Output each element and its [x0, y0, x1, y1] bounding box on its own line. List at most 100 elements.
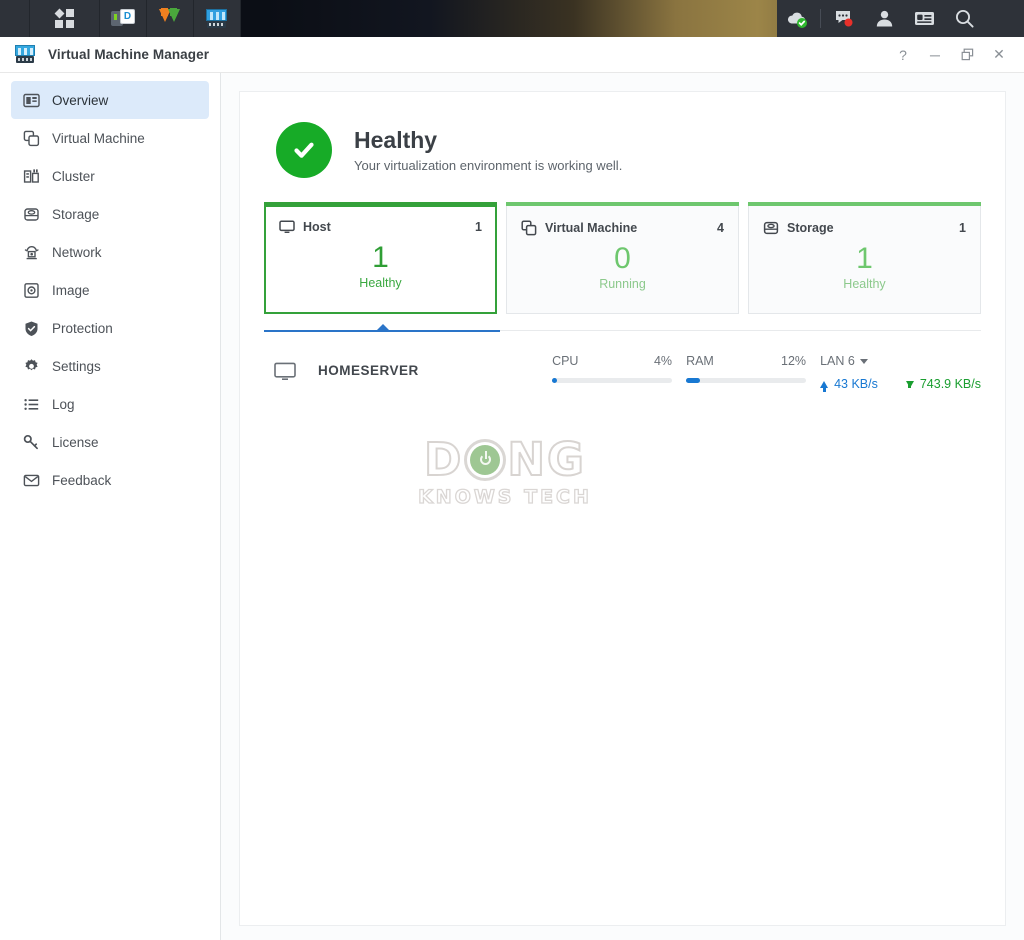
watermark-line1: D NG	[410, 433, 600, 486]
sidebar-item-label: Image	[52, 282, 90, 298]
metric-header: RAM 12%	[686, 354, 806, 368]
sidebar-item-label: Storage	[52, 206, 100, 222]
window-body: Overview Virtual Machine Cluster Storage…	[0, 73, 1024, 940]
network-metrics: LAN 6 43 KB/s 743.9 KB/s	[820, 354, 981, 392]
summary-card-host[interactable]: Host 1 1 Healthy	[264, 202, 497, 314]
app-grid-icon	[54, 8, 74, 28]
sidebar-item-license[interactable]: License	[11, 423, 209, 461]
image-disc-icon	[23, 282, 40, 299]
summary-card-storage[interactable]: Storage 1 1 Healthy	[748, 202, 981, 314]
sidebar-item-label: Log	[52, 396, 75, 412]
upload-rate: 43 KB/s	[820, 377, 878, 392]
sidebar-item-protection[interactable]: Protection	[11, 309, 209, 347]
app-menu-button[interactable]	[30, 0, 100, 37]
sidebar-item-label: Settings	[52, 358, 101, 374]
check-circle-icon	[276, 122, 332, 178]
arrow-down-icon	[905, 380, 914, 388]
sidebar-item-overview[interactable]: Overview	[11, 81, 209, 119]
taskbar-desktop-area	[241, 0, 777, 37]
download-rate: 743.9 KB/s	[905, 377, 981, 391]
host-name: HOMESERVER	[318, 363, 419, 378]
card-status: Healthy	[843, 276, 886, 291]
taskbar-tray	[777, 0, 1024, 37]
sidebar-item-feedback[interactable]: Feedback	[11, 461, 209, 499]
card-selection-indicator	[264, 324, 981, 338]
help-button[interactable]: ?	[888, 41, 918, 69]
gear-icon	[23, 358, 40, 375]
widgets-panel-button[interactable]	[904, 0, 944, 37]
metric-cpu: CPU 4%	[552, 354, 673, 383]
sidebar-item-label: Overview	[52, 92, 109, 108]
close-button[interactable]: ✕	[984, 41, 1014, 69]
card-total-count: 1	[959, 221, 966, 235]
card-header: Storage 1	[763, 220, 966, 236]
metric-value: 12%	[781, 354, 807, 368]
upload-rate-value: 43 KB/s	[834, 377, 878, 391]
sidebar-item-virtual-machine[interactable]: Virtual Machine	[11, 119, 209, 157]
cloud-check-icon	[787, 12, 807, 28]
health-status: Healthy Your virtualization environment …	[276, 122, 981, 178]
shield-icon	[23, 320, 40, 337]
main-content: Healthy Your virtualization environment …	[221, 73, 1024, 940]
sidebar-item-cluster[interactable]: Cluster	[11, 157, 209, 195]
metric-label: RAM	[686, 354, 714, 368]
taskbar-app-vmm[interactable]	[194, 0, 241, 37]
sidebar-item-storage[interactable]: Storage	[11, 195, 209, 233]
power-button-icon	[464, 438, 507, 481]
host-detail-row: HOMESERVER CPU 4% RAM 12% LAN 6 43 KB/s …	[264, 354, 981, 392]
sidebar-item-label: Cluster	[52, 168, 95, 184]
taskbar-left-group: D	[0, 0, 241, 37]
tray-edge	[984, 0, 1024, 37]
download-rate-value: 743.9 KB/s	[919, 377, 981, 391]
vmm-window: Virtual Machine Manager ? ─ ✕ Overview V…	[0, 37, 1024, 940]
copy-windows-icon	[23, 130, 40, 147]
sidebar-item-label: Virtual Machine	[52, 130, 145, 146]
card-total-count: 1	[475, 220, 482, 234]
arrow-up-icon	[820, 380, 829, 392]
card-status: Healthy	[359, 275, 402, 290]
window-title: Virtual Machine Manager	[48, 47, 210, 62]
card-value: 0	[614, 242, 631, 275]
search-icon	[955, 10, 974, 28]
sidebar-item-settings[interactable]: Settings	[11, 347, 209, 385]
restore-button[interactable]	[952, 41, 982, 69]
person-icon	[876, 10, 892, 27]
minimize-button[interactable]: ─	[920, 41, 950, 69]
network-interface-selector[interactable]: LAN 6	[820, 354, 981, 368]
taskbar-app-drive-sync[interactable]: D	[100, 0, 147, 37]
vmm-server-icon	[14, 44, 36, 65]
watermark-ng: NG	[506, 433, 586, 486]
list-icon	[23, 396, 40, 413]
card-status: Running	[599, 276, 646, 291]
database-icon	[763, 220, 779, 236]
network-rates: 43 KB/s 743.9 KB/s	[820, 377, 981, 392]
card-value: 1	[856, 242, 873, 275]
card-value: 1	[372, 241, 389, 274]
metric-value: 4%	[653, 354, 673, 368]
metric-header: CPU 4%	[552, 354, 672, 368]
health-title: Healthy	[354, 126, 438, 153]
network-interface-label: LAN 6	[820, 354, 855, 368]
sidebar-item-log[interactable]: Log	[11, 385, 209, 423]
chevron-down-icon[interactable]	[859, 358, 868, 364]
card-header: Host 1	[279, 219, 482, 235]
cloud-sync-status-button[interactable]	[777, 0, 817, 37]
copy-windows-icon	[521, 220, 537, 236]
user-account-button[interactable]	[864, 0, 904, 37]
notifications-button[interactable]	[824, 0, 864, 37]
drive-dsm-icon: D	[111, 8, 135, 30]
card-total-count: 4	[717, 221, 724, 235]
database-icon	[23, 206, 40, 223]
summary-card-virtual-machine[interactable]: Virtual Machine 4 0 Running	[506, 202, 739, 314]
health-subtitle: Your virtualization environment is worki…	[354, 158, 623, 174]
widget-panel-icon	[914, 12, 934, 25]
sidebar-item-network[interactable]: Network	[11, 233, 209, 271]
watermark: D NG KNOWS TECH	[410, 433, 600, 517]
search-button[interactable]	[944, 0, 984, 37]
card-label: Virtual Machine	[545, 221, 638, 235]
monitor-icon	[279, 219, 295, 235]
taskbar-app-download-station[interactable]	[147, 0, 194, 37]
taskbar-edge	[0, 0, 30, 37]
os-taskbar: D	[0, 0, 1024, 37]
sidebar-item-image[interactable]: Image	[11, 271, 209, 309]
